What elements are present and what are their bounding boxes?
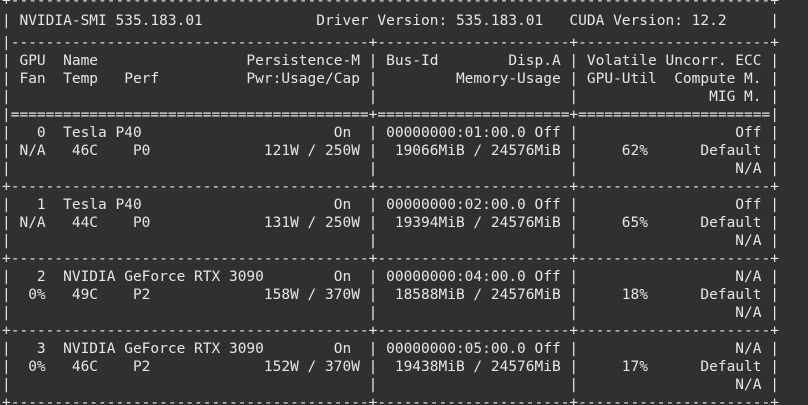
column-header-line-1: | GPU Name Persistence-M | Bus-Id Disp.A… xyxy=(2,53,779,69)
gpu-0-row-2: | N/A 46C P0 121W / 250W | 19066MiB / 24… xyxy=(2,143,779,159)
column-header-line-3: | | | MIG M. | xyxy=(2,89,779,105)
gpu-separator: +---------------------------------------… xyxy=(2,323,779,339)
gpu-2-row-2: | 0% 49C P2 158W / 370W | 18588MiB / 245… xyxy=(2,287,779,303)
gpu-0-row-1: | 0 Tesla P40 On | 00000000:01:00.0 Off … xyxy=(2,125,779,141)
gpu-separator: +---------------------------------------… xyxy=(2,179,779,195)
column-header-line-2: | Fan Temp Perf Pwr:Usage/Cap | Memory-U… xyxy=(2,71,779,87)
gpu-2-row-3: | | | N/A | xyxy=(2,305,779,321)
table-border-top: +---------------------------------------… xyxy=(2,0,779,9)
gpu-3-row-3: | | | N/A | xyxy=(2,377,779,393)
smi-header-line: | NVIDIA-SMI 535.183.01 Driver Version: … xyxy=(2,13,779,29)
gpu-3-row-2: | 0% 46C P2 152W / 370W | 19438MiB / 245… xyxy=(2,359,779,375)
terminal-window[interactable]: +---------------------------------------… xyxy=(0,0,808,405)
gpu-2-row-1: | 2 NVIDIA GeForce RTX 3090 On | 0000000… xyxy=(2,269,779,285)
gpu-3-row-1: | 3 NVIDIA GeForce RTX 3090 On | 0000000… xyxy=(2,341,779,357)
table-divider: |---------------------------------------… xyxy=(2,35,779,51)
gpu-1-row-2: | N/A 44C P0 131W / 250W | 19394MiB / 24… xyxy=(2,215,779,231)
gpu-1-row-1: | 1 Tesla P40 On | 00000000:02:00.0 Off … xyxy=(2,197,779,213)
table-border-bottom: +---------------------------------------… xyxy=(2,395,779,405)
gpu-0-row-3: | | | N/A | xyxy=(2,161,779,177)
gpu-1-row-3: | | | N/A | xyxy=(2,233,779,249)
gpu-separator: +---------------------------------------… xyxy=(2,251,779,267)
header-separator: |=======================================… xyxy=(2,107,779,123)
